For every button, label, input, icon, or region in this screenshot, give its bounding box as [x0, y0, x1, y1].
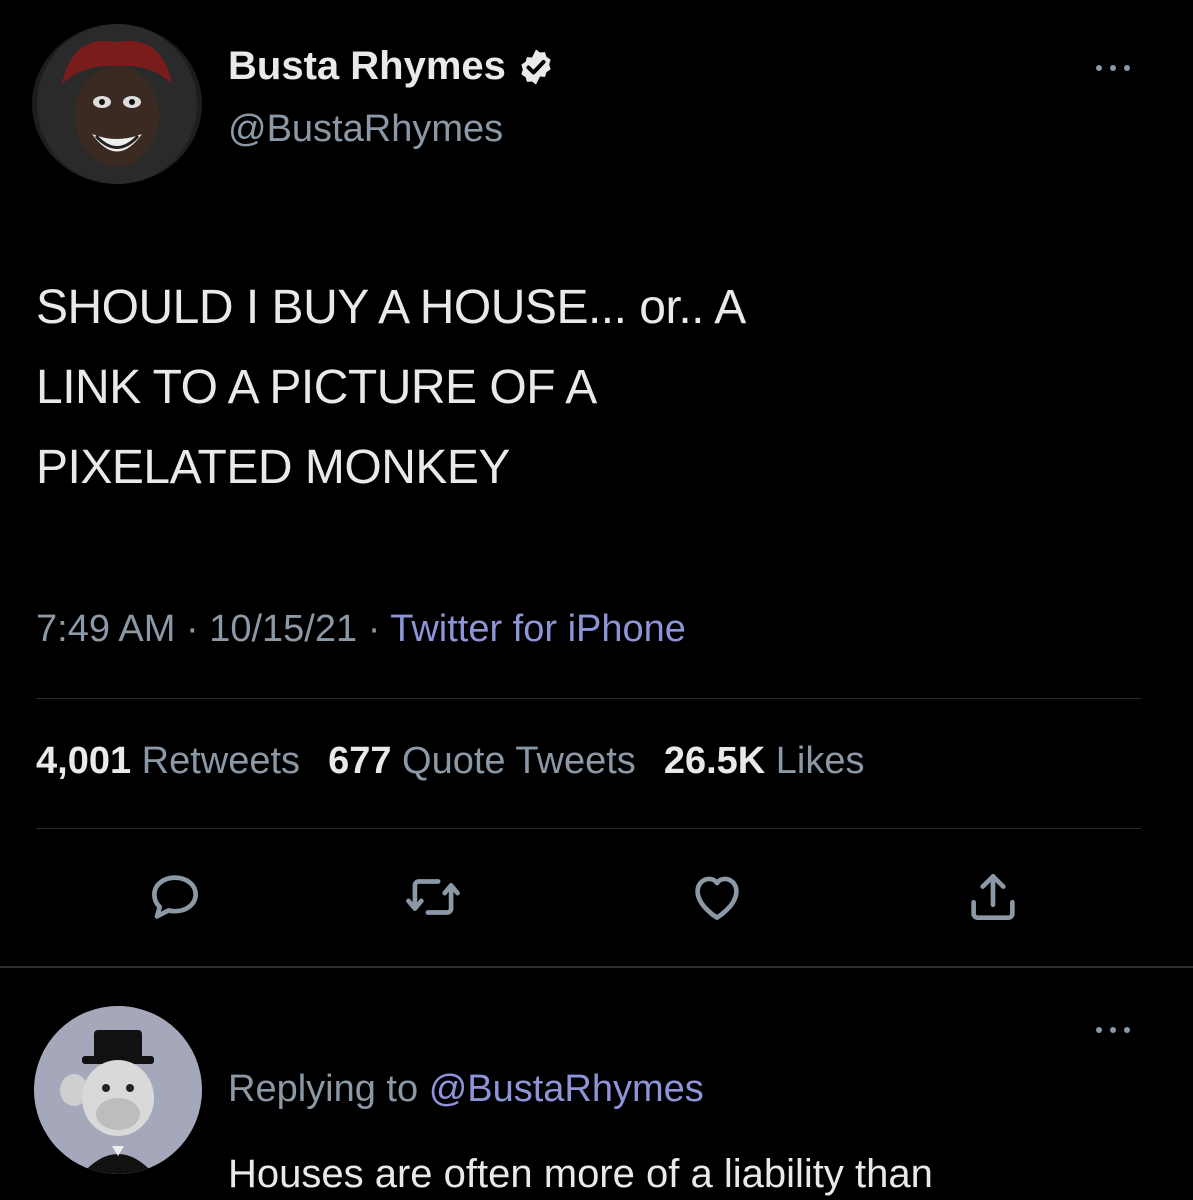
reply-button[interactable]: [144, 866, 206, 928]
author-handle[interactable]: @BustaRhymes: [228, 108, 503, 151]
retweet-icon: [406, 879, 460, 915]
tweet-date[interactable]: 10/15/21: [209, 608, 357, 650]
reply-author-avatar[interactable]: [34, 1006, 202, 1174]
meta-separator: ·: [367, 608, 381, 650]
verified-badge-icon: [516, 47, 556, 87]
share-button[interactable]: [962, 866, 1024, 928]
tweet-text-line: PIXELATED MONKEY: [36, 441, 510, 494]
avatar-image: [37, 24, 197, 184]
heart-icon: [695, 876, 739, 920]
like-button[interactable]: [686, 866, 748, 928]
author-avatar[interactable]: [32, 24, 202, 184]
retweets-count: 4,001: [36, 740, 132, 782]
author-display-name[interactable]: Busta Rhymes: [228, 44, 506, 89]
replying-to-mention[interactable]: @BustaRhymes: [429, 1068, 704, 1110]
tweet-text-line: SHOULD I BUY A HOUSE... or.. A: [36, 281, 746, 334]
more-options-icon[interactable]: [1091, 58, 1135, 78]
tweet-source-link[interactable]: Twitter for iPhone: [390, 608, 686, 650]
likes-count: 26.5K: [663, 740, 766, 782]
main-tweet: Busta Rhymes @BustaRhymes SHOULD I BUY A…: [0, 0, 1193, 965]
reply-text: Houses are often more of a liability tha…: [228, 1152, 933, 1196]
tweet-text: SHOULD I BUY A HOUSE... or.. A LINK TO A…: [36, 268, 1116, 508]
tweet-text-line: LINK TO A PICTURE OF A: [36, 361, 597, 414]
tweet-actions: [0, 866, 1193, 936]
retweets-stat[interactable]: 4,001 Retweets: [36, 740, 300, 783]
tweet-stats: 4,001 Retweets 677 Quote Tweets 26.5K Li…: [36, 740, 865, 783]
reply-more-options-icon[interactable]: [1091, 1020, 1135, 1040]
likes-stat[interactable]: 26.5K Likes: [664, 740, 865, 783]
likes-label: Likes: [775, 740, 865, 782]
replying-to: Replying to @BustaRhymes: [228, 1068, 704, 1111]
tweet-time[interactable]: 7:49 AM: [36, 608, 175, 650]
quotes-count: 677: [328, 740, 392, 782]
reply-tweet: Replying to @BustaRhymes Houses are ofte…: [0, 968, 1193, 1200]
quote-tweets-stat[interactable]: 677 Quote Tweets: [328, 740, 636, 783]
replying-to-prefix: Replying to: [228, 1068, 419, 1110]
divider: [36, 698, 1141, 699]
ape-avatar-image: [34, 1006, 202, 1174]
retweets-label: Retweets: [141, 740, 301, 782]
share-icon: [971, 874, 1015, 920]
reply-icon: [152, 875, 198, 919]
divider: [36, 828, 1141, 829]
retweet-button[interactable]: [402, 866, 464, 928]
meta-separator: ·: [185, 608, 199, 650]
author-name-row: Busta Rhymes: [228, 44, 556, 89]
tweet-meta: 7:49 AM · 10/15/21 · Twitter for iPhone: [36, 608, 686, 651]
quotes-label: Quote Tweets: [402, 740, 636, 782]
